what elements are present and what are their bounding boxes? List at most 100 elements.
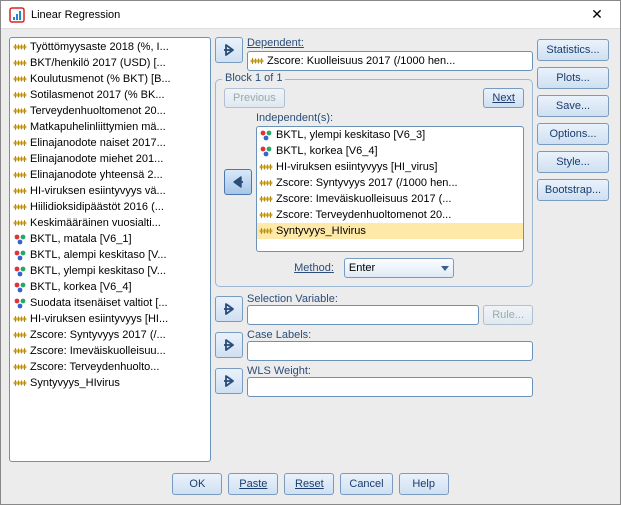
list-item-label: HI-viruksen esiintyvyys [HI_virus]	[276, 159, 437, 175]
list-item-label: BKTL, matala [V6_1]	[30, 231, 132, 247]
list-item[interactable]: Elinajanodote yhteensä 2...	[11, 167, 209, 183]
list-item-label: Zscore: Syntyvyys 2017 (/1000 hen...	[276, 175, 458, 191]
list-item[interactable]: Zscore: Syntyvyys 2017 (/1000 hen...	[257, 175, 523, 191]
list-item[interactable]: Keskimääräinen vuosialti...	[11, 215, 209, 231]
list-item[interactable]: Zscore: Terveydenhuoltomenot 20...	[257, 207, 523, 223]
nominal-icon	[13, 248, 27, 262]
dependent-row: Dependent: Zscore: Kuolleisuus 2017 (/10…	[215, 37, 533, 71]
arrow-right-icon	[222, 302, 236, 316]
cancel-button[interactable]: Cancel	[340, 473, 392, 495]
chevron-down-icon	[441, 266, 449, 271]
list-item[interactable]: BKTL, ylempi keskitaso [V6_3]	[257, 127, 523, 143]
move-to-independent-button[interactable]	[224, 169, 252, 195]
list-item-label: Elinajanodote naiset 2017...	[30, 135, 166, 151]
previous-button: Previous	[224, 88, 285, 108]
list-item[interactable]: Työttömyysaste 2018 (%, I...	[11, 39, 209, 55]
reset-button[interactable]: Reset	[284, 473, 334, 495]
nominal-icon	[13, 232, 27, 246]
source-column: Työttömyysaste 2018 (%, I...BKT/henkilö …	[9, 37, 211, 462]
list-item[interactable]: Elinajanodote miehet 201...	[11, 151, 209, 167]
list-item-label: BKTL, korkea [V6_4]	[30, 279, 132, 295]
move-to-caselabels-button[interactable]	[215, 332, 243, 358]
options-button[interactable]: Options...	[537, 123, 609, 145]
list-item-label: Zscore: Imeväiskuolleisuu...	[30, 343, 166, 359]
save-button[interactable]: Save...	[537, 95, 609, 117]
scale-icon	[13, 360, 27, 374]
statistics-button[interactable]: Statistics...	[537, 39, 609, 61]
dialog-window: Linear Regression ✕ Työttömyysaste 2018 …	[0, 0, 621, 505]
window-title: Linear Regression	[31, 9, 582, 21]
caselabels-input[interactable]	[247, 341, 533, 361]
list-item[interactable]: Syntyvyys_HIvirus	[11, 375, 209, 391]
list-item[interactable]: Zscore: Syntyvyys 2017 (/...	[11, 327, 209, 343]
list-item[interactable]: BKT/henkilö 2017 (USD) [...	[11, 55, 209, 71]
list-item[interactable]: BKTL, alempi keskitaso [V...	[11, 247, 209, 263]
move-to-wls-button[interactable]	[215, 368, 243, 394]
list-item-label: Zscore: Syntyvyys 2017 (/...	[30, 327, 166, 343]
dependent-label: Dependent:	[247, 37, 533, 49]
move-to-selection-button[interactable]	[215, 296, 243, 322]
scale-icon	[13, 216, 27, 230]
arrow-right-icon	[222, 338, 236, 352]
list-item[interactable]: Sotilasmenot 2017 (% BK...	[11, 87, 209, 103]
next-button[interactable]: Next	[483, 88, 524, 108]
list-item-label: BKTL, ylempi keskitaso [V6_3]	[276, 127, 425, 143]
list-item[interactable]: Zscore: Terveydenhuolto...	[11, 359, 209, 375]
list-item[interactable]: BKTL, korkea [V6_4]	[11, 279, 209, 295]
list-item-label: Elinajanodote miehet 201...	[30, 151, 163, 167]
wls-input[interactable]	[247, 377, 533, 397]
selection-label: Selection Variable:	[247, 293, 533, 305]
independent-variable-list[interactable]: BKTL, ylempi keskitaso [V6_3]BKTL, korke…	[256, 126, 524, 252]
scale-icon	[13, 40, 27, 54]
list-item[interactable]: Syntyvyys_HIvirus	[257, 223, 523, 239]
method-value: Enter	[349, 262, 375, 274]
caselabels-row: Case Labels:	[215, 329, 533, 361]
help-button[interactable]: Help	[399, 473, 449, 495]
dependent-field[interactable]: Zscore: Kuolleisuus 2017 (/1000 hen...	[247, 51, 533, 71]
nominal-icon	[13, 280, 27, 294]
list-item[interactable]: BKTL, ylempi keskitaso [V...	[11, 263, 209, 279]
bootstrap-button[interactable]: Bootstrap...	[537, 179, 609, 201]
close-icon[interactable]: ✕	[582, 6, 612, 23]
scale-icon	[13, 152, 27, 166]
scale-icon	[259, 192, 273, 206]
list-item[interactable]: Zscore: Imeväiskuolleisuu...	[11, 343, 209, 359]
arrow-right-icon	[222, 374, 236, 388]
source-variable-list[interactable]: Työttömyysaste 2018 (%, I...BKT/henkilö …	[9, 37, 211, 462]
arrow-right-icon	[222, 43, 236, 57]
scale-icon	[13, 184, 27, 198]
move-to-dependent-button[interactable]	[215, 37, 243, 63]
scale-icon	[13, 376, 27, 390]
method-combo[interactable]: Enter	[344, 258, 454, 278]
list-item[interactable]: Terveydenhuoltomenot 20...	[11, 103, 209, 119]
list-item[interactable]: Hiilidioksidipäästöt 2016 (...	[11, 199, 209, 215]
list-item[interactable]: Matkapuhelinliittymien mä...	[11, 119, 209, 135]
titlebar[interactable]: Linear Regression ✕	[1, 1, 620, 29]
plots-button[interactable]: Plots...	[537, 67, 609, 89]
list-item[interactable]: Elinajanodote naiset 2017...	[11, 135, 209, 151]
selection-input[interactable]	[247, 305, 479, 325]
ok-button[interactable]: OK	[172, 473, 222, 495]
list-item-label: Suodata itsenäiset valtiot [...	[30, 295, 168, 311]
list-item[interactable]: BKTL, matala [V6_1]	[11, 231, 209, 247]
list-item[interactable]: Koulutusmenot (% BKT) [B...	[11, 71, 209, 87]
list-item[interactable]: HI-viruksen esiintyvyys vä...	[11, 183, 209, 199]
list-item[interactable]: BKTL, korkea [V6_4]	[257, 143, 523, 159]
right-sidebar: Statistics... Plots... Save... Options..…	[537, 37, 612, 462]
scale-icon	[13, 168, 27, 182]
list-item-label: Syntyvyys_HIvirus	[30, 375, 120, 391]
list-item[interactable]: HI-viruksen esiintyvyys [HI...	[11, 311, 209, 327]
style-button[interactable]: Style...	[537, 151, 609, 173]
nominal-icon	[259, 128, 273, 142]
scale-icon	[13, 136, 27, 150]
list-item[interactable]: Suodata itsenäiset valtiot [...	[11, 295, 209, 311]
scale-icon	[13, 56, 27, 70]
dependent-value: Zscore: Kuolleisuus 2017 (/1000 hen...	[267, 55, 455, 67]
list-item-label: Hiilidioksidipäästöt 2016 (...	[30, 199, 164, 215]
paste-button[interactable]: Paste	[228, 473, 278, 495]
caselabels-label: Case Labels:	[247, 329, 533, 341]
list-item-label: Työttömyysaste 2018 (%, I...	[30, 39, 169, 55]
list-item[interactable]: HI-viruksen esiintyvyys [HI_virus]	[257, 159, 523, 175]
list-item-label: Matkapuhelinliittymien mä...	[30, 119, 166, 135]
list-item[interactable]: Zscore: Imeväiskuolleisuus 2017 (...	[257, 191, 523, 207]
